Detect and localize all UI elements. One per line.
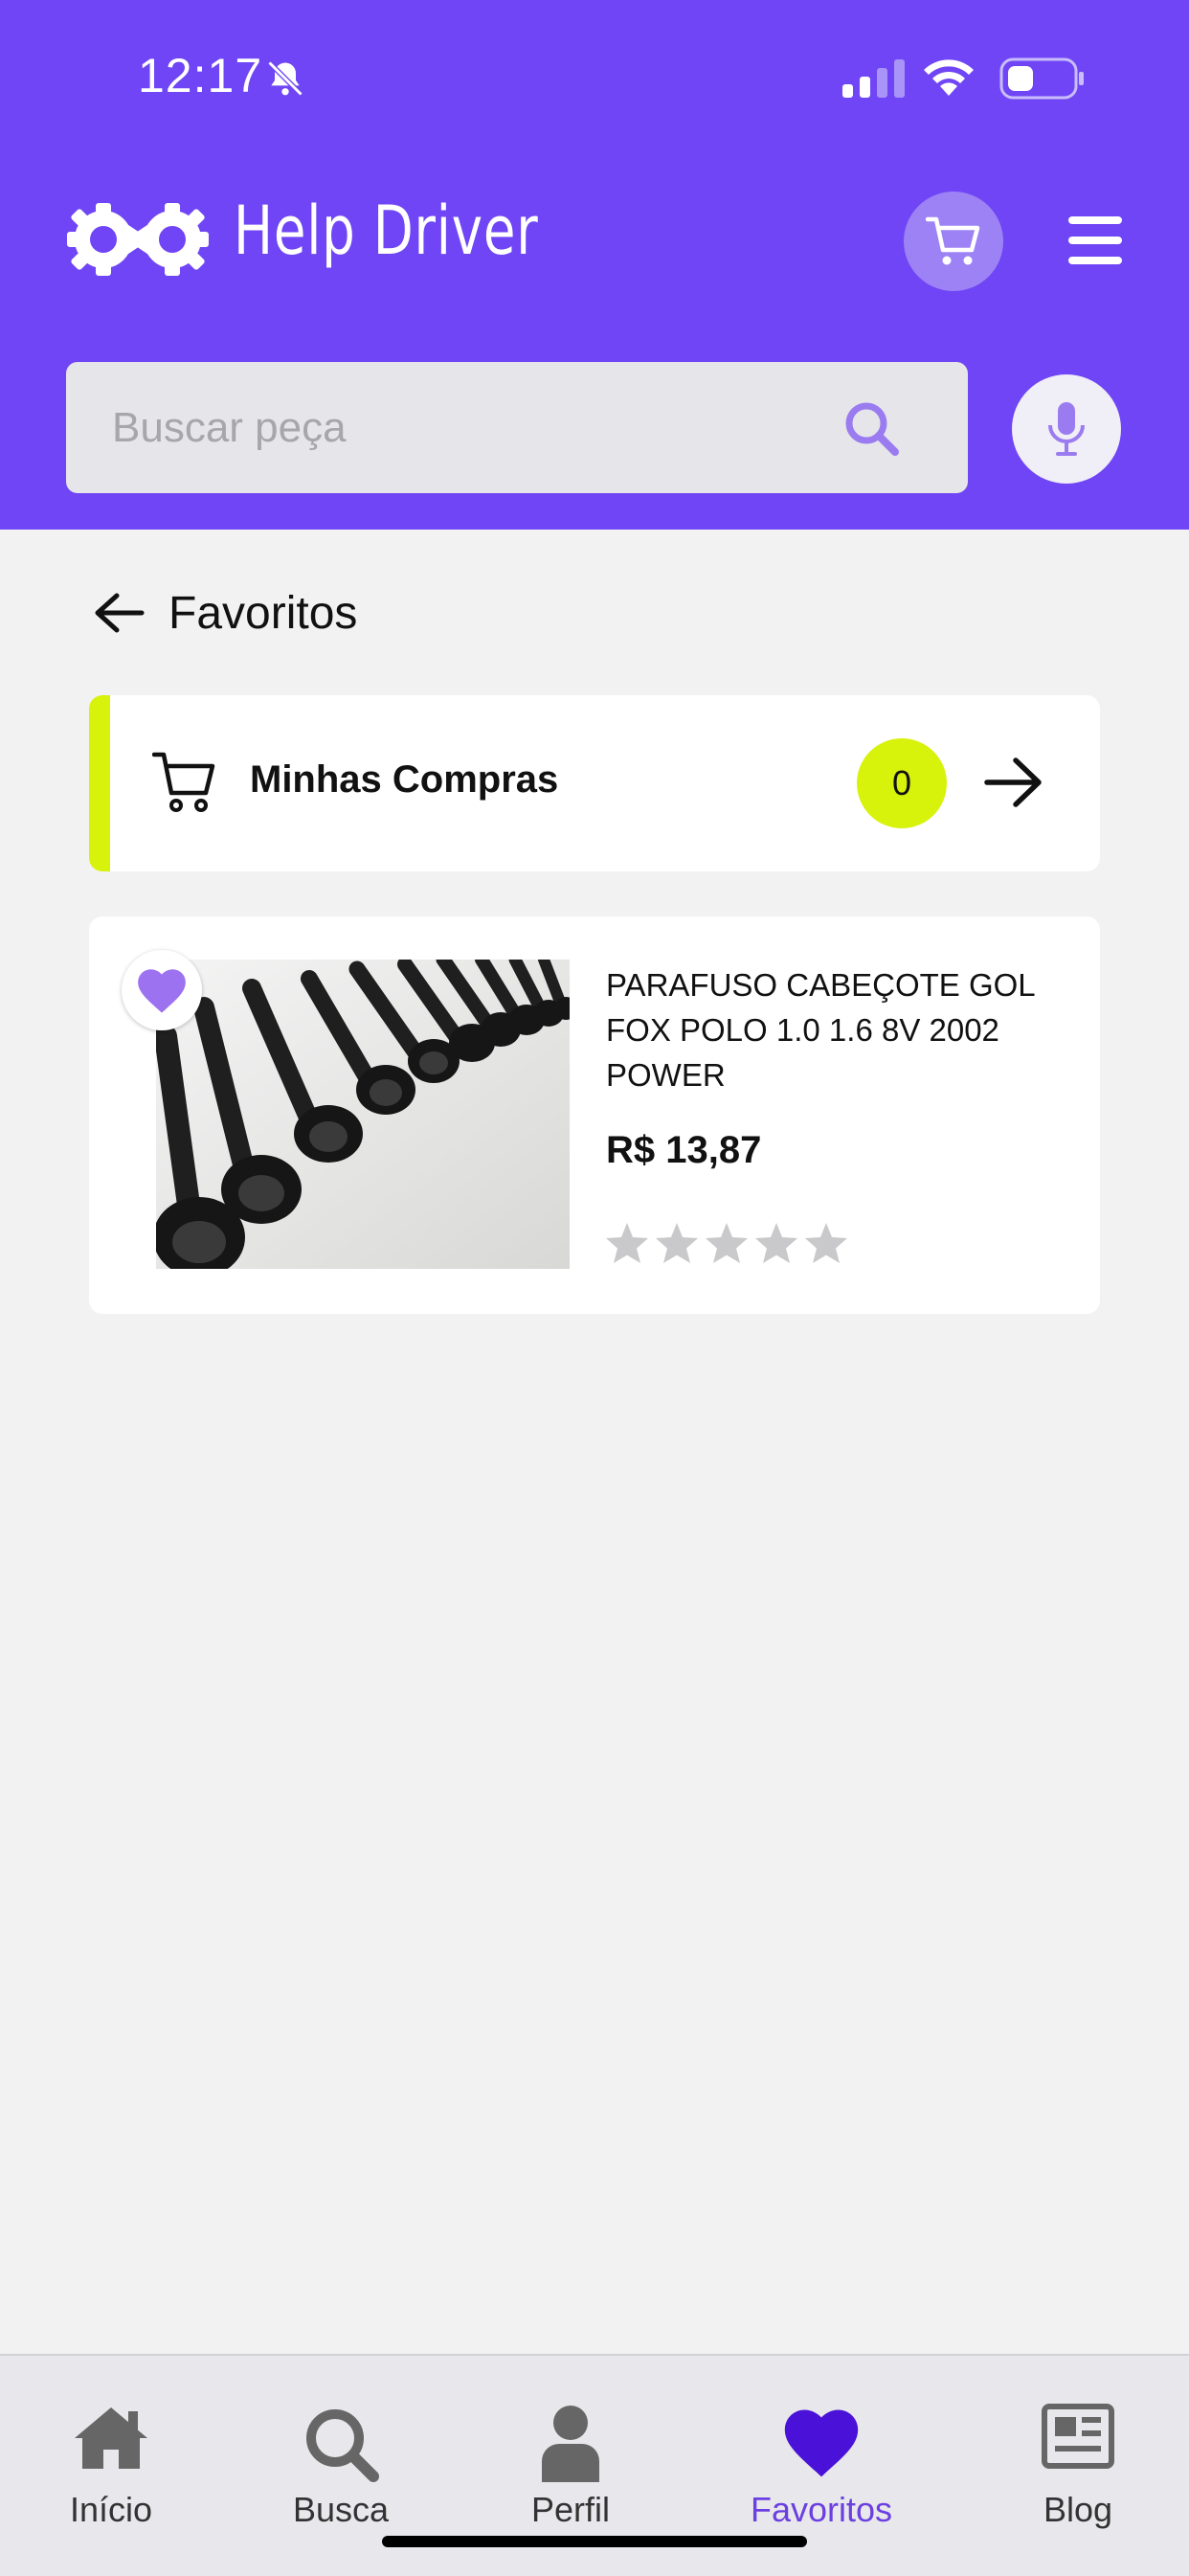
home-indicator — [382, 2536, 807, 2547]
wifi-icon — [924, 59, 974, 96]
search-icon — [306, 2409, 379, 2482]
tab-favoritos[interactable]: Favoritos — [726, 2356, 917, 2547]
star-icon — [706, 1223, 748, 1263]
brand-name: Help Driver — [234, 192, 539, 270]
purchases-count-badge: 0 — [857, 738, 947, 828]
tab-label: Blog — [1043, 2490, 1113, 2529]
tab-perfil[interactable]: Perfil — [475, 2356, 666, 2547]
product-price: R$ 13,87 — [606, 1129, 762, 1171]
hamburger-icon — [1068, 216, 1122, 224]
voice-search-button[interactable] — [1012, 374, 1121, 484]
search-icon[interactable] — [841, 398, 901, 458]
tab-label: Favoritos — [750, 2490, 893, 2529]
status-time: 12:17 — [138, 49, 263, 102]
cart-icon — [926, 216, 980, 265]
tab-inicio[interactable]: Início — [15, 2356, 207, 2547]
favorite-toggle-button[interactable] — [122, 950, 202, 1030]
search-bar — [66, 362, 968, 493]
arrow-right-icon[interactable] — [983, 755, 1044, 810]
app-header: 12:17 Help Driver Buscar peça — [0, 0, 1189, 530]
star-icon — [805, 1223, 847, 1263]
product-name[interactable]: PARAFUSO CABEÇOTE GOL FOX POLO 1.0 1.6 8… — [606, 962, 1056, 1097]
product-rating — [604, 1221, 853, 1265]
bell-muted-icon — [267, 60, 303, 97]
cart-button[interactable] — [904, 192, 1003, 291]
tab-label: Início — [69, 2490, 153, 2529]
tab-label: Perfil — [530, 2490, 611, 2529]
star-icon — [606, 1223, 648, 1263]
search-input[interactable] — [112, 362, 840, 493]
tab-blog[interactable]: Blog — [982, 2356, 1174, 2547]
signal-icon — [842, 59, 905, 98]
heart-icon — [138, 969, 186, 1013]
page-title: Favoritos — [168, 587, 358, 639]
menu-button[interactable] — [1068, 216, 1122, 264]
product-image[interactable] — [156, 960, 570, 1269]
my-purchases-card[interactable]: Minhas Compras 0 — [89, 695, 1100, 871]
star-icon — [755, 1223, 797, 1263]
logo-icon — [67, 203, 209, 276]
battery-icon — [999, 57, 1084, 100]
tab-busca[interactable]: Busca — [245, 2356, 437, 2547]
tab-label: Busca — [292, 2490, 390, 2529]
home-icon — [75, 2407, 147, 2469]
page-header: Favoritos — [92, 584, 357, 642]
microphone-icon — [1048, 402, 1085, 456]
person-icon — [542, 2406, 599, 2482]
star-icon — [656, 1223, 698, 1263]
cart-icon — [152, 752, 215, 812]
accent-bar — [89, 695, 110, 871]
back-arrow-icon[interactable] — [92, 590, 146, 636]
heart-icon — [784, 2409, 859, 2477]
my-purchases-label: Minhas Compras — [250, 758, 559, 801]
favorite-product-card[interactable]: PARAFUSO CABEÇOTE GOL FOX POLO 1.0 1.6 8… — [89, 916, 1100, 1314]
newspaper-icon — [1042, 2404, 1114, 2469]
